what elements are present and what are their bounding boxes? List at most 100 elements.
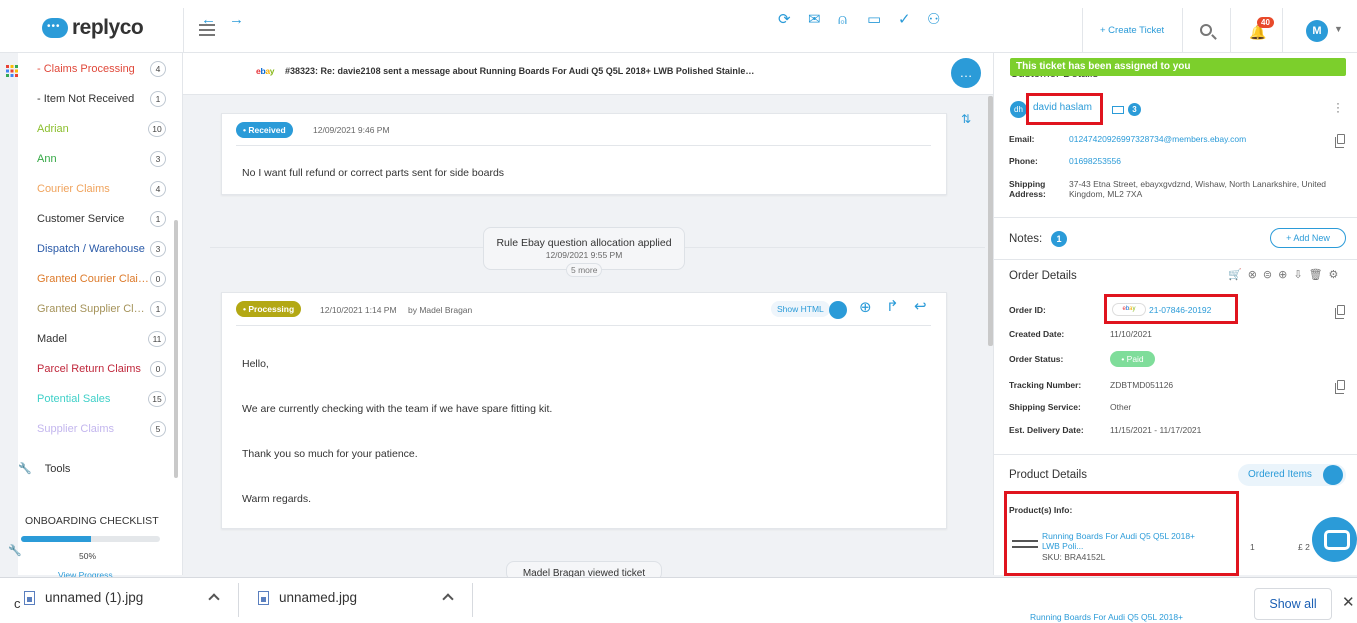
notes-label: Notes: (1009, 233, 1043, 245)
customer-phone[interactable]: 01698253556 (1069, 156, 1121, 166)
divider (994, 454, 1357, 455)
download-item[interactable]: unnamed (1).jpg (24, 590, 143, 605)
sidebar-item-label: Adrian (37, 123, 69, 135)
product-info-label: Product(s) Info: (1009, 505, 1073, 515)
sidebar-item[interactable]: - Claims Processing 4 (37, 59, 166, 79)
search-icon[interactable] (1200, 24, 1212, 36)
create-ticket-button[interactable]: + Create Ticket (1100, 25, 1164, 36)
message-body: No I want full refund or correct parts s… (242, 167, 505, 179)
sidebar-item-label: Courier Claims (37, 183, 110, 195)
globe-icon[interactable]: ⊕ (859, 300, 872, 316)
return-arrow-icon[interactable]: ↩ (914, 299, 927, 315)
delivery-date-label: Est. Delivery Date: (1009, 425, 1084, 435)
download-item[interactable]: unnamed.jpg (258, 590, 357, 605)
shipping-address: 37-43 Etna Street, ebayxgvdznd, Wishaw, … (1069, 179, 1327, 199)
sidebar-item-label: - Item Not Received (37, 93, 135, 105)
mail-icon[interactable]: ✉ (808, 12, 821, 28)
sidebar-item[interactable]: Potential Sales 15 (37, 389, 166, 409)
chat-widget-icon[interactable] (1312, 517, 1357, 562)
sidebar-item-count: 15 (148, 391, 166, 407)
sidebar-item-label: Parcel Return Claims (37, 363, 141, 375)
sidebar-item[interactable]: Adrian 10 (37, 119, 166, 139)
close-icon[interactable]: ✕ (1342, 593, 1355, 611)
mail-count-badge: 3 (1128, 103, 1141, 116)
onboarding-checklist-title[interactable]: ONBOARDING CHECKLIST (25, 515, 159, 527)
sidebar-item[interactable]: Courier Claims 4 (37, 179, 166, 199)
sidebar-item-count: 4 (150, 61, 166, 77)
bell-alert-icon[interactable]: ⍝ (838, 12, 847, 28)
share-arrow-icon[interactable]: ↱ (886, 299, 899, 315)
sidebar-item[interactable]: Supplier Claims 5 (37, 419, 166, 439)
rule-date: 12/09/2021 9:55 PM (545, 250, 623, 260)
message-line: Warm regards. (242, 493, 312, 505)
back-arrow-icon[interactable]: ← (201, 12, 216, 28)
order-action-icons[interactable]: 🛒⊗⊜⊕⇩🗑⚙ (1228, 268, 1344, 281)
product-name-link[interactable]: Running Boards For Audi Q5 Q5L 2018+ LWB… (1042, 531, 1210, 551)
sidebar-item[interactable]: Granted Courier Claims 0 (37, 269, 166, 289)
divider (1282, 8, 1283, 54)
sidebar-item-count: 4 (150, 181, 166, 197)
assigned-banner: This ticket has been assigned to you (1010, 58, 1346, 76)
sidebar-item-tools[interactable]: 🔧 Tools (18, 462, 70, 476)
message-line: Thank you so much for your patience. (242, 448, 418, 460)
sort-icon[interactable]: ⇅ (961, 112, 971, 126)
replyco-logo[interactable]: replyco (42, 16, 144, 40)
product-thumbnail (1012, 540, 1038, 548)
wrench-icon[interactable]: 🔧 (8, 544, 22, 557)
show-all-downloads-button[interactable]: Show all (1254, 588, 1332, 620)
divider (994, 217, 1357, 218)
product-quantity: 1 (1250, 542, 1255, 552)
sidebar-item[interactable]: Granted Supplier Claims 1 (37, 299, 166, 319)
message-date: 12/09/2021 9:46 PM (313, 125, 390, 135)
archive-icon[interactable]: ▭ (867, 12, 881, 28)
copy-icon[interactable] (1335, 134, 1345, 148)
sidebar-item-count: 1 (150, 211, 166, 227)
sidebar-item-label: Dispatch / Warehouse (37, 243, 145, 255)
sidebar-item[interactable]: Madel 11 (37, 329, 166, 349)
more-options-icon[interactable]: · · · (1336, 97, 1340, 117)
mail-icon[interactable] (1112, 106, 1124, 114)
highlight-box (1026, 93, 1103, 125)
ticket-title: #38323: Re: davie2108 sent a message abo… (285, 66, 757, 76)
created-date-label: Created Date: (1009, 329, 1065, 339)
order-id[interactable]: 21-07846-20192 (1149, 305, 1211, 315)
message-date: 12/10/2021 1:14 PM (320, 305, 397, 315)
progress-percent: 50% (79, 551, 97, 561)
assign-user-icon[interactable]: ⚇ (927, 12, 940, 28)
email-label: Email: (1009, 134, 1035, 144)
copy-icon[interactable] (1335, 380, 1345, 394)
logo-text: replyco (72, 16, 144, 39)
ordered-items-toggle[interactable] (1323, 465, 1343, 485)
sidebar-item[interactable]: Dispatch / Warehouse 3 (37, 239, 166, 259)
customer-email[interactable]: 0124742092699732873​4@members.ebay.com (1069, 134, 1246, 144)
order-id-label: Order ID: (1009, 305, 1046, 315)
sidebar-item[interactable]: Ann 3 (37, 149, 166, 169)
show-html-label[interactable]: Show HTML (771, 301, 830, 317)
phone-label: Phone: (1009, 156, 1038, 166)
sidebar-scrollbar[interactable] (174, 220, 178, 478)
add-note-button[interactable]: + Add New (1270, 228, 1346, 248)
refresh-icon[interactable]: ⟳ (778, 12, 791, 28)
check-icon[interactable]: ✓ (898, 12, 911, 28)
sidebar-item-label: Granted Courier Claims (37, 273, 149, 285)
sidebar-item-count: 10 (148, 121, 166, 137)
chevron-down-icon[interactable]: ▼ (1334, 24, 1343, 34)
forward-arrow-icon[interactable]: → (229, 12, 244, 28)
sidebar-item[interactable]: Parcel Return Claims 0 (37, 359, 166, 379)
image-file-icon (24, 590, 35, 605)
show-html-toggle[interactable] (829, 301, 847, 319)
sidebar-item[interactable]: Customer Service 1 (37, 209, 166, 229)
sidebar-item-label: Potential Sales (37, 393, 111, 405)
product-price: £ 2 (1298, 542, 1310, 552)
reply-chat-icon[interactable]: … (951, 58, 981, 88)
divider (183, 8, 184, 54)
message-line: We are currently checking with the team … (242, 403, 553, 415)
message-author: by Madel Bragan (408, 305, 473, 315)
logo-bubble-icon (42, 18, 68, 38)
product-name-link-partial[interactable]: Running Boards For Audi Q5 Q5L 2018+ (1030, 612, 1183, 622)
copy-icon[interactable] (1335, 305, 1345, 319)
more-events-toggle[interactable]: 5 more (566, 263, 603, 277)
user-avatar[interactable]: M (1306, 20, 1328, 42)
sidebar-item[interactable]: - Item Not Received 1 (37, 89, 166, 109)
app-grid-icon[interactable] (6, 65, 18, 77)
